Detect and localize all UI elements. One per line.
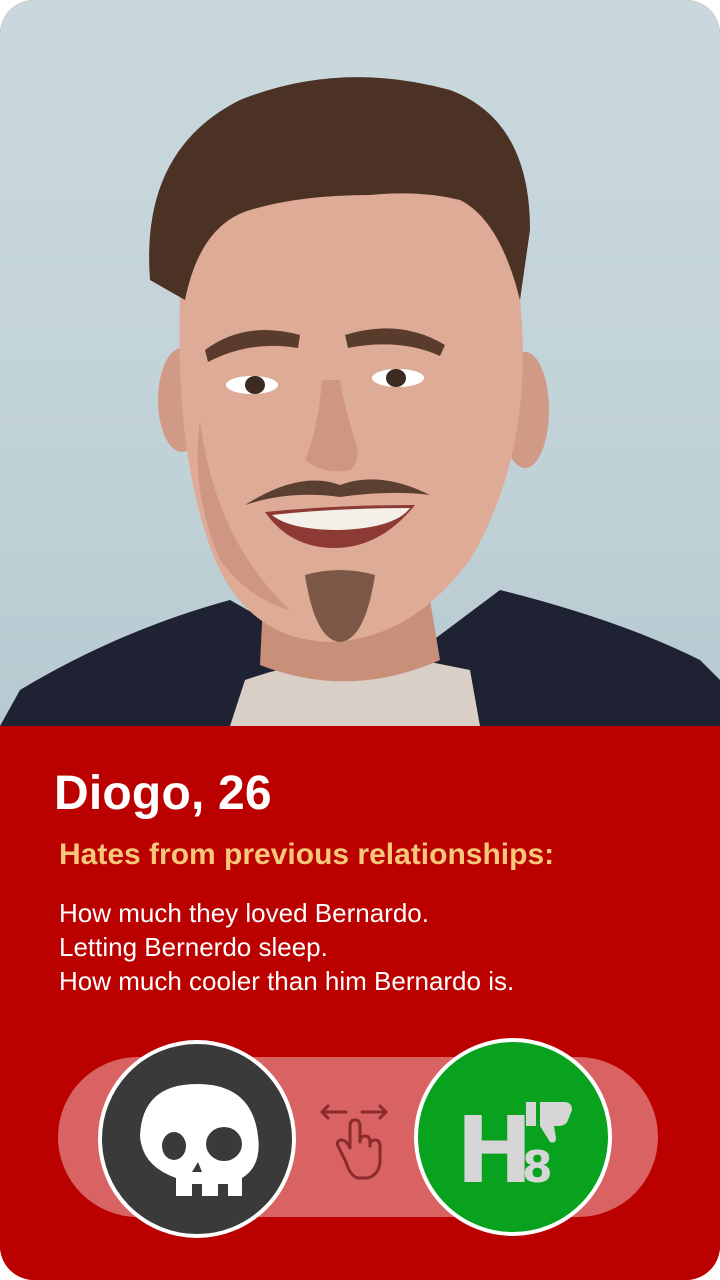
profile-name-age: Diogo, 26 (54, 767, 272, 820)
hates-list-item: How much they loved Bernardo. (59, 898, 429, 928)
person-illustration (0, 77, 720, 726)
profile-photo (0, 0, 720, 726)
hates-list-item: Letting Bernerdo sleep. (59, 932, 328, 962)
hates-list-item: How much cooler than him Bernardo is. (59, 966, 515, 996)
h8-thumbs-down-icon: H 8 (456, 1097, 572, 1204)
hates-list: How much they loved Bernardo. Letting Be… (59, 896, 514, 998)
skull-icon (140, 1084, 259, 1196)
profile-info-panel: Diogo, 26 Hates from previous relationsh… (0, 726, 720, 1280)
h8-logo-digit: 8 (522, 1142, 553, 1193)
h8-button[interactable]: H 8 (414, 1038, 612, 1236)
profile-card[interactable]: Diogo, 26 Hates from previous relationsh… (0, 0, 720, 1280)
hates-heading: Hates from previous relationships: (59, 838, 555, 871)
skull-button[interactable] (98, 1040, 296, 1238)
swipe-hand-icon (318, 1102, 390, 1182)
